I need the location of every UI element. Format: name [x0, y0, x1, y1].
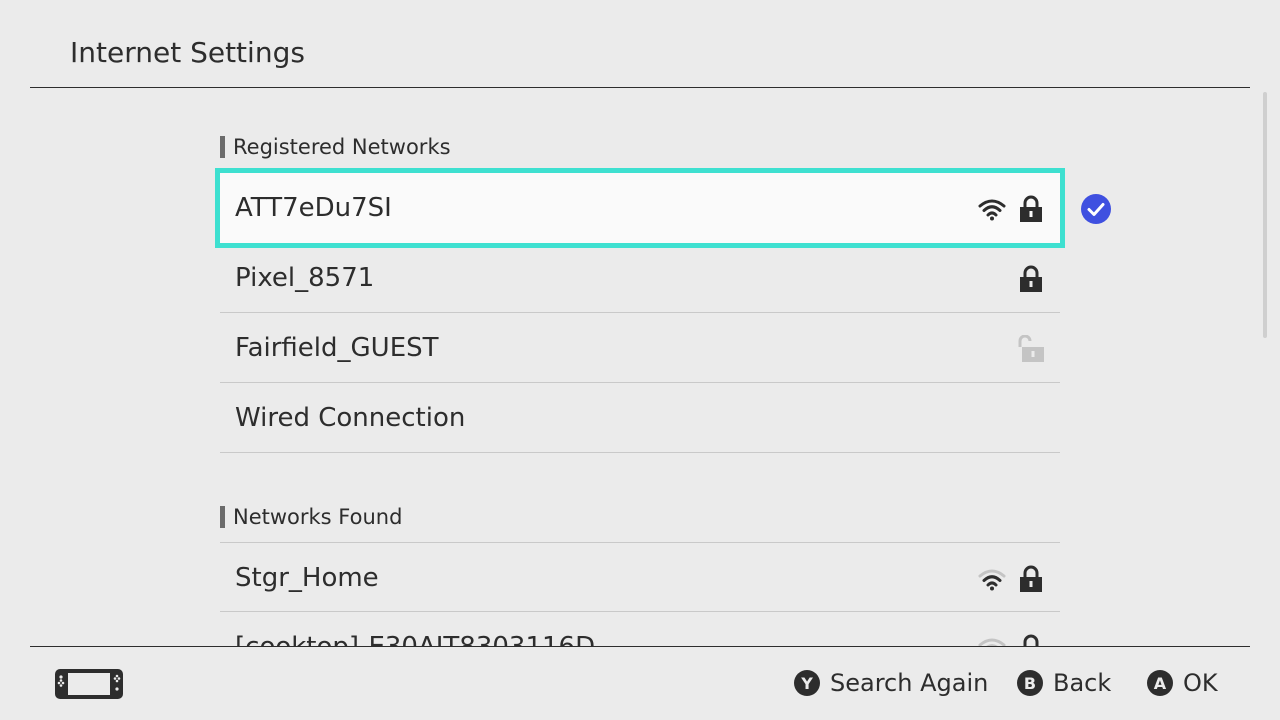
section-marker — [220, 136, 225, 158]
scrollbar[interactable] — [1263, 92, 1267, 338]
network-name: Wired Connection — [235, 403, 466, 433]
network-status-icons — [1018, 335, 1044, 363]
network-status-icons — [1018, 265, 1044, 293]
network-name: Fairfield_GUEST — [235, 333, 439, 363]
network-list-panel[interactable]: Registered Networks ATT7eDu7SI Pixel_857… — [0, 88, 1280, 646]
a-button-icon: A — [1147, 670, 1173, 696]
lock-closed-icon — [1020, 195, 1042, 222]
network-row-wired-connection[interactable]: Wired Connection — [220, 383, 1060, 453]
ok-button[interactable]: A OK — [1147, 669, 1218, 697]
network-row-cooktop[interactable]: [cooktop]-E30AJT8303116D — [220, 612, 1060, 646]
registered-networks-heading: Registered Networks — [220, 135, 451, 159]
network-row-pixel-8571[interactable]: Pixel_8571 — [220, 243, 1060, 313]
b-button-icon: B — [1017, 670, 1043, 696]
networks-found-heading: Networks Found — [220, 505, 403, 529]
wifi-medium-icon — [978, 569, 1006, 591]
ok-label: OK — [1183, 669, 1218, 697]
wifi-strong-icon — [978, 199, 1006, 221]
network-status-icons — [978, 634, 1044, 646]
registered-networks-heading-label: Registered Networks — [233, 135, 451, 159]
wifi-weak-icon — [978, 638, 1006, 646]
network-status-icons — [978, 195, 1044, 223]
registered-networks-list: ATT7eDu7SI Pixel_8571 Fairfield_GUEST Wi… — [215, 168, 1065, 453]
networks-found-list: Stgr_Home [cooktop]-E30AJT8303116D — [220, 542, 1060, 646]
back-button[interactable]: B Back — [1017, 669, 1111, 697]
footer-bar: Y Search Again B Back A OK — [0, 647, 1280, 720]
lock-open-icon — [1018, 335, 1044, 362]
lock-closed-icon — [1023, 634, 1039, 646]
checkmark-circle-icon — [1081, 194, 1111, 224]
network-name: ATT7eDu7SI — [235, 193, 392, 223]
network-row-att7edu7si[interactable]: ATT7eDu7SI — [215, 168, 1065, 248]
y-button-icon: Y — [794, 670, 820, 696]
lock-closed-icon — [1020, 565, 1042, 592]
page-title: Internet Settings — [70, 36, 305, 69]
search-again-button[interactable]: Y Search Again — [794, 669, 988, 697]
network-status-icons — [978, 565, 1044, 593]
networks-found-heading-label: Networks Found — [233, 505, 403, 529]
network-row-fairfield-guest[interactable]: Fairfield_GUEST — [220, 313, 1060, 383]
network-name: Pixel_8571 — [235, 263, 375, 293]
network-name: [cooktop]-E30AJT8303116D — [235, 612, 595, 646]
network-name: Stgr_Home — [235, 563, 379, 593]
section-marker — [220, 506, 225, 528]
lock-closed-icon — [1020, 265, 1042, 292]
network-row-stgr-home[interactable]: Stgr_Home — [220, 542, 1060, 612]
back-label: Back — [1053, 669, 1112, 697]
handheld-console-icon — [55, 669, 123, 699]
search-again-label: Search Again — [830, 669, 989, 697]
